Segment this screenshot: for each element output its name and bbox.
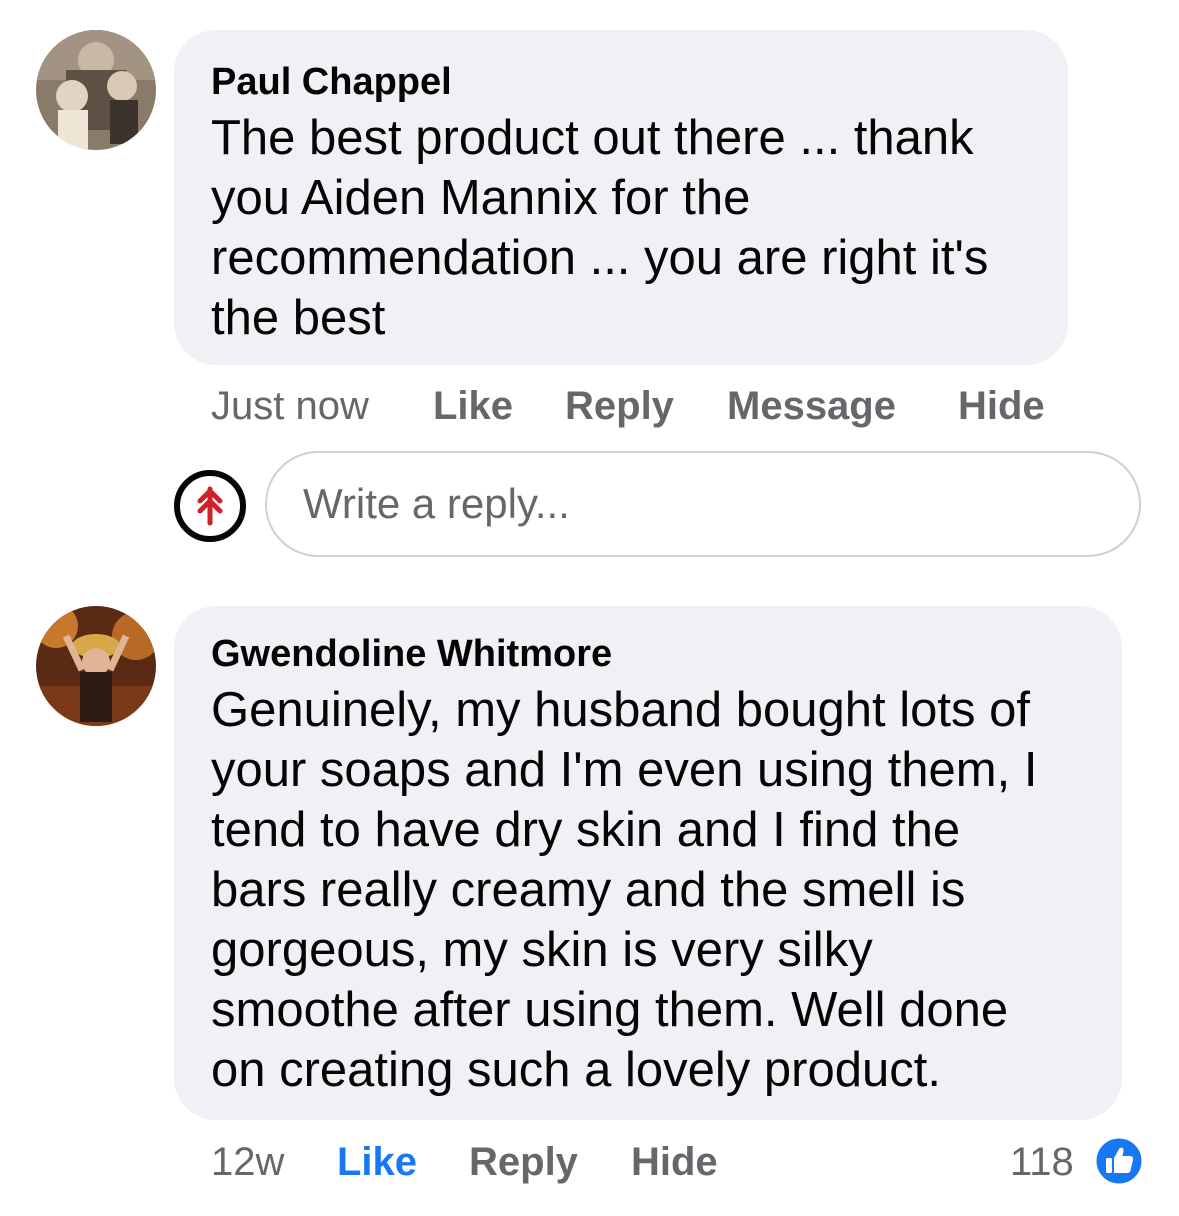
comment-text-line: recommendation ... you are right it's <box>211 231 989 285</box>
reply-input[interactable] <box>303 453 1103 555</box>
comment-text-line: Genuinely, my husband bought lots of <box>211 683 1031 737</box>
comment-timestamp[interactable]: Just now <box>211 381 369 431</box>
comment-author[interactable]: Gwendoline Whitmore <box>211 630 1086 678</box>
comment-text-line: bars really creamy and the smell is <box>211 863 966 917</box>
like-button[interactable]: Like <box>433 381 513 431</box>
arrow-up-logo-icon <box>174 470 246 542</box>
like-reaction-badge[interactable] <box>1093 1135 1145 1187</box>
reaction-count[interactable]: 118 <box>1010 1137 1074 1187</box>
comment-text: Genuinely, my husband bought lots of you… <box>211 680 1086 1100</box>
page-avatar <box>173 469 247 543</box>
reply-button[interactable]: Reply <box>469 1137 578 1187</box>
thumbs-up-icon <box>1093 1135 1145 1187</box>
hide-button[interactable]: Hide <box>958 381 1045 431</box>
comment-text-line: the best <box>211 291 386 345</box>
avatar-paul-chappel[interactable] <box>36 30 156 150</box>
reply-button[interactable]: Reply <box>565 381 674 431</box>
comment-text-line: your soaps and I'm even using them, I <box>211 743 1038 797</box>
comment-text-line: smoothe after using them. Well done <box>211 983 1009 1037</box>
comment-author[interactable]: Paul Chappel <box>211 58 1032 106</box>
comment-text-line: gorgeous, my skin is very silky <box>211 923 873 977</box>
comment-timestamp[interactable]: 12w <box>211 1137 284 1187</box>
reply-input-container[interactable] <box>265 451 1141 557</box>
comment-bubble-paul-chappel: Paul Chappel The best product out there … <box>174 30 1068 365</box>
comment-text-line: tend to have dry skin and I find the <box>211 803 961 857</box>
like-button[interactable]: Like <box>337 1137 417 1187</box>
comment-text-line: The best product out there ... thank <box>211 111 974 165</box>
comment-text-line: you Aiden Mannix for the <box>211 171 751 225</box>
avatar-gwendoline-whitmore[interactable] <box>36 606 156 726</box>
message-button[interactable]: Message <box>727 381 896 431</box>
comment-text: The best product out there ... thank you… <box>211 108 1032 348</box>
comment-text-line: on creating such a lovely product. <box>211 1043 941 1097</box>
hide-button[interactable]: Hide <box>631 1137 718 1187</box>
comment-bubble-gwendoline-whitmore: Gwendoline Whitmore Genuinely, my husban… <box>174 606 1122 1120</box>
